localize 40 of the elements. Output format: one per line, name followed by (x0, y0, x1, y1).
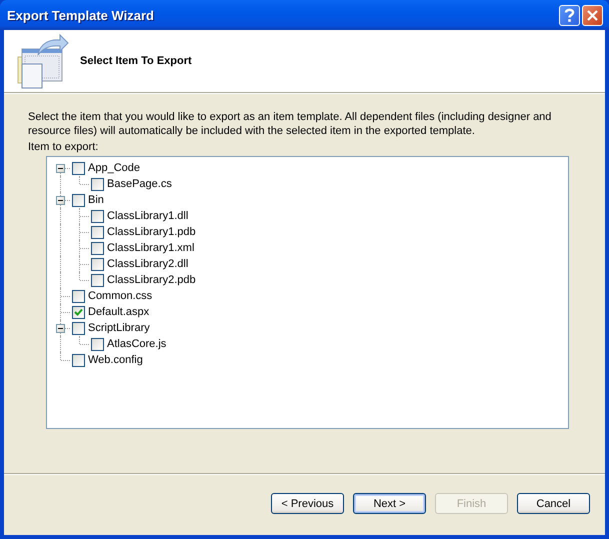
tree-item-label[interactable]: Default.aspx (85, 306, 152, 318)
tree-label: Item to export: (28, 140, 100, 154)
close-icon (587, 10, 598, 20)
help-icon (564, 8, 575, 22)
tree-item-label[interactable]: AtlasCore.js (104, 338, 168, 350)
tree-item-label[interactable]: Web.config (85, 354, 145, 366)
tree-item-label[interactable]: App_Code (85, 162, 142, 174)
checkbox[interactable] (72, 162, 85, 174)
checkbox[interactable] (91, 258, 104, 270)
cancel-button[interactable]: Cancel (517, 493, 590, 514)
tree-item-label[interactable]: ClassLibrary2.dll (104, 258, 190, 270)
checkbox[interactable] (72, 290, 85, 302)
checkbox[interactable] (72, 306, 85, 318)
checkbox[interactable] (91, 338, 104, 350)
expand-toggle[interactable] (56, 324, 65, 333)
close-button[interactable] (582, 4, 603, 26)
expand-toggle[interactable] (56, 164, 65, 173)
previous-button[interactable]: < Previous (271, 493, 344, 514)
checkbox[interactable] (91, 226, 104, 238)
page-title: Select Item To Export (80, 55, 192, 67)
checkbox[interactable] (91, 178, 104, 190)
checkbox[interactable] (72, 354, 85, 366)
window-title: Export Template Wizard (7, 8, 155, 22)
tree-item-label[interactable]: BasePage.cs (104, 178, 174, 190)
tree-item-label[interactable]: ScriptLibrary (85, 322, 152, 334)
tree-item-label[interactable]: Common.css (85, 290, 154, 302)
checkbox[interactable] (91, 210, 104, 222)
tree-item-label[interactable]: ClassLibrary2.pdb (104, 274, 198, 286)
expand-toggle[interactable] (56, 196, 65, 205)
next-button[interactable]: Next > (353, 493, 426, 514)
checkbox[interactable] (72, 322, 85, 334)
checkbox[interactable] (91, 274, 104, 286)
checkbox[interactable] (72, 194, 85, 206)
instructions-text: Select the item that you would like to export as an item template. All dependent files (including designer and resource files) will automatically be included with the selected item in the exported template. (28, 110, 552, 138)
tree-item-label[interactable]: ClassLibrary1.dll (104, 210, 190, 222)
tree-item-label[interactable]: ClassLibrary1.pdb (104, 226, 198, 238)
tree-item-label[interactable]: Bin (85, 194, 106, 206)
help-button[interactable] (559, 4, 580, 26)
tree-item-label[interactable]: ClassLibrary1.xml (104, 242, 196, 254)
checkbox[interactable] (91, 242, 104, 254)
